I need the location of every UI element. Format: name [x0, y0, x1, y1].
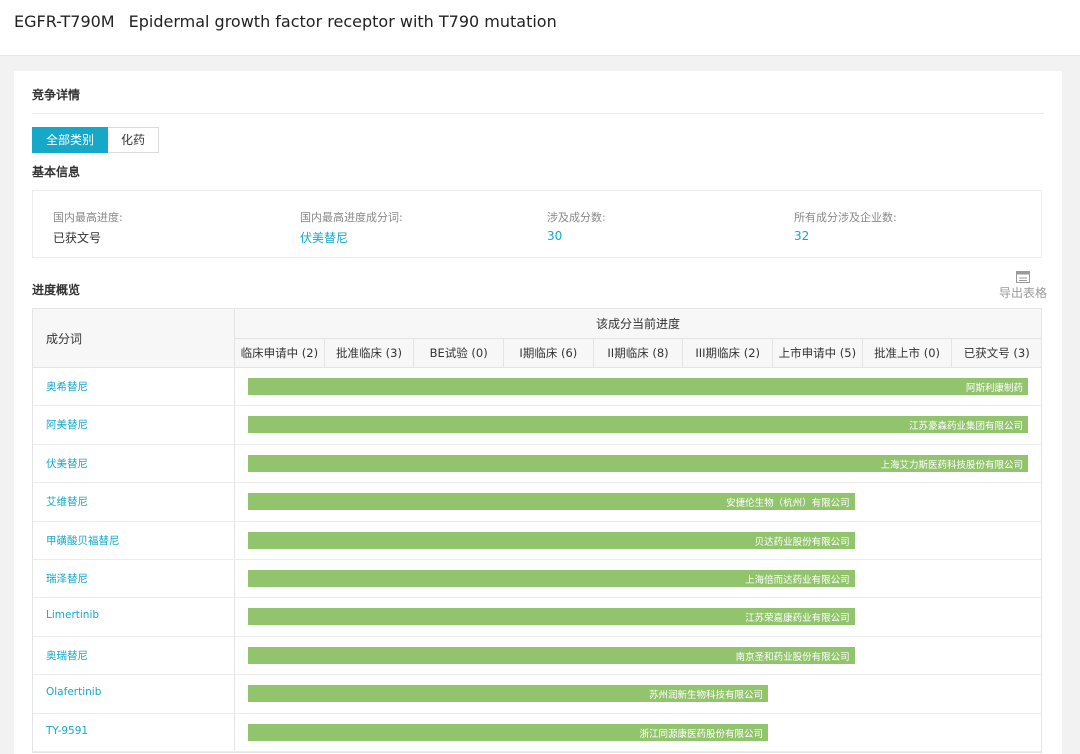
- company-label: 浙江同源康医药股份有限公司: [639, 728, 763, 740]
- table-row: 伏美替尼 上海艾力斯医药科技股份有限公司: [33, 444, 1041, 484]
- stage-group-header: 该成分当前进度: [235, 309, 1041, 339]
- info-value-link[interactable]: 32: [794, 229, 897, 243]
- ingredient-cell: 瑞泽替尼: [33, 559, 235, 598]
- info-label: 国内最高进度成分词:: [300, 211, 403, 224]
- progress-bar[interactable]: 贝达药业股份有限公司: [248, 531, 855, 549]
- table-row: 奥瑞替尼 南京圣和药业股份有限公司: [33, 636, 1041, 676]
- company-label: 安捷伦生物（杭州）有限公司: [726, 498, 850, 510]
- table-row: TY-9591 浙江同源康医药股份有限公司: [33, 713, 1041, 752]
- info-highest-stage: 国内最高进度: 已获文号: [53, 209, 123, 246]
- stage-header: III期临床 (2): [683, 339, 774, 367]
- ingredient-cell: 伏美替尼: [33, 444, 235, 483]
- table-row: 甲磺酸贝福替尼 贝达药业股份有限公司: [33, 521, 1041, 560]
- ingredient-cell: Olafertinib: [33, 675, 235, 713]
- info-value-link[interactable]: 伏美替尼: [300, 229, 403, 246]
- stage-header: 上市申请中 (5): [773, 339, 863, 367]
- target-title: EGFR-T790M Epidermal growth factor recept…: [14, 12, 557, 31]
- category-tabs: 全部类别 化药: [32, 127, 160, 153]
- tab-chemical-drug[interactable]: 化药: [108, 127, 160, 153]
- progress-bar[interactable]: 阿斯利康制药: [248, 378, 1028, 395]
- stage-headers: 临床申请中 (2) 批准临床 (3) BE试验 (0) I期临床 (6) II期临床 (…: [235, 339, 1041, 367]
- page-header: EGFR-T790M Epidermal growth factor recept…: [0, 0, 1080, 56]
- table-row: 瑞泽替尼 上海倍而达药业有限公司: [33, 559, 1041, 599]
- progress-bar[interactable]: 江苏豪森药业集团有限公司: [248, 416, 1028, 434]
- ingredient-cell: 甲磺酸贝福替尼: [33, 521, 235, 559]
- info-label: 涉及成分数:: [547, 211, 606, 224]
- competition-title: 竞争详情: [32, 88, 81, 102]
- progress-bar[interactable]: 南京圣和药业股份有限公司: [248, 646, 855, 664]
- tab-all-categories[interactable]: 全部类别: [32, 127, 109, 153]
- info-ingredient-count: 涉及成分数: 30: [547, 209, 606, 243]
- ingredient-cell: Limertinib: [33, 598, 235, 636]
- target-code: EGFR-T790M: [14, 12, 115, 31]
- progress-bar[interactable]: 浙江同源康医药股份有限公司: [248, 723, 768, 741]
- stage-header: I期临床 (6): [504, 339, 594, 367]
- company-label: 阿斯利康制药: [965, 383, 1023, 394]
- table-row: Limertinib 江苏荣嘉康药业有限公司: [33, 598, 1041, 637]
- target-name: Epidermal growth factor receptor with T7…: [128, 12, 557, 31]
- company-label: 苏州润新生物科技有限公司: [648, 690, 763, 702]
- company-label: 贝达药业股份有限公司: [754, 536, 850, 548]
- stage-header: 批准临床 (3): [325, 339, 415, 367]
- stage-header: 临床申请中 (2): [235, 339, 325, 367]
- progress-bar[interactable]: 上海倍而达药业有限公司: [248, 569, 855, 587]
- progress-table: 成分词 该成分当前进度 临床申请中 (2) 批准临床 (3) BE试验 (0) I期临…: [32, 308, 1042, 753]
- table-row: 艾维替尼 安捷伦生物（杭州）有限公司: [33, 483, 1041, 522]
- stage-header: II期临床 (8): [594, 339, 684, 367]
- basic-info-box: 国内最高进度: 已获文号 国内最高进度成分词: 伏美替尼 涉及成分数: 30 所…: [32, 190, 1042, 258]
- info-value: 已获文号: [53, 231, 102, 245]
- progress-bar[interactable]: 上海艾力斯医药科技股份有限公司: [248, 454, 1028, 472]
- ingredient-link[interactable]: 奥希替尼: [46, 379, 88, 394]
- stage-header: 批准上市 (0): [863, 339, 953, 367]
- content-card: 竞争详情 全部类别 化药 基本信息 国内最高进度: 已获文号 国内最高进度成分词…: [14, 71, 1062, 754]
- column-header-label: 成分词: [46, 332, 83, 346]
- progress-bar[interactable]: 江苏荣嘉康药业有限公司: [248, 608, 855, 626]
- stage-header: BE试验 (0): [414, 339, 505, 367]
- company-label: 上海倍而达药业有限公司: [745, 574, 850, 586]
- progress-title: 进度概览: [32, 283, 81, 297]
- table-body: 奥希替尼 阿斯利康制药阿美替尼 江苏豪森药业集团有限公司伏美替尼 上海艾力斯医药科技股…: [33, 368, 1041, 752]
- ingredient-cell: 阿美替尼: [33, 406, 235, 444]
- info-highest-ingredient: 国内最高进度成分词: 伏美替尼: [300, 209, 403, 246]
- ingredient-cell: 奥希替尼: [33, 368, 235, 406]
- company-label: 南京圣和药业股份有限公司: [735, 651, 850, 663]
- export-table-button[interactable]: 导出表格: [998, 271, 1048, 301]
- table-header: 成分词 该成分当前进度 临床申请中 (2) 批准临床 (3) BE试验 (0) I期临…: [33, 309, 1041, 368]
- info-label: 国内最高进度:: [53, 211, 123, 224]
- ingredient-cell: 艾维替尼: [33, 483, 235, 521]
- ingredient-link[interactable]: 阿美替尼: [46, 417, 88, 432]
- info-value-link[interactable]: 30: [547, 229, 606, 243]
- info-company-count: 所有成分涉及企业数: 32: [794, 209, 897, 243]
- progress-bar[interactable]: 苏州润新生物科技有限公司: [248, 685, 768, 703]
- ingredient-link[interactable]: Limertinib: [46, 609, 99, 621]
- ingredient-cell: TY-9591: [33, 713, 235, 751]
- table-row: 奥希替尼 阿斯利康制药: [33, 368, 1041, 407]
- ingredient-column-header: 成分词: [33, 309, 235, 367]
- export-icon: [1016, 271, 1030, 283]
- ingredient-link[interactable]: 甲磺酸贝福替尼: [46, 533, 120, 548]
- company-label: 上海艾力斯医药科技股份有限公司: [880, 459, 1023, 471]
- info-label: 所有成分涉及企业数:: [794, 211, 897, 224]
- company-label: 江苏荣嘉康药业有限公司: [745, 613, 850, 625]
- table-row: Olafertinib 苏州润新生物科技有限公司: [33, 675, 1041, 714]
- ingredient-link[interactable]: 奥瑞替尼: [46, 648, 88, 663]
- company-label: 江苏豪森药业集团有限公司: [908, 421, 1023, 433]
- ingredient-link[interactable]: TY-9591: [46, 725, 88, 737]
- basic-info-title: 基本信息: [32, 165, 81, 179]
- ingredient-link[interactable]: Olafertinib: [46, 686, 101, 698]
- stage-header: 已获文号 (3): [963, 346, 1030, 360]
- ingredient-link[interactable]: 艾维替尼: [46, 494, 88, 509]
- progress-bar[interactable]: 安捷伦生物（杭州）有限公司: [248, 493, 855, 511]
- ingredient-link[interactable]: 瑞泽替尼: [46, 571, 88, 586]
- ingredient-cell: 奥瑞替尼: [33, 636, 235, 675]
- ingredient-link[interactable]: 伏美替尼: [46, 456, 88, 471]
- table-row: 阿美替尼 江苏豪森药业集团有限公司: [33, 406, 1041, 445]
- export-label: 导出表格: [998, 286, 1047, 300]
- divider: [32, 113, 1044, 114]
